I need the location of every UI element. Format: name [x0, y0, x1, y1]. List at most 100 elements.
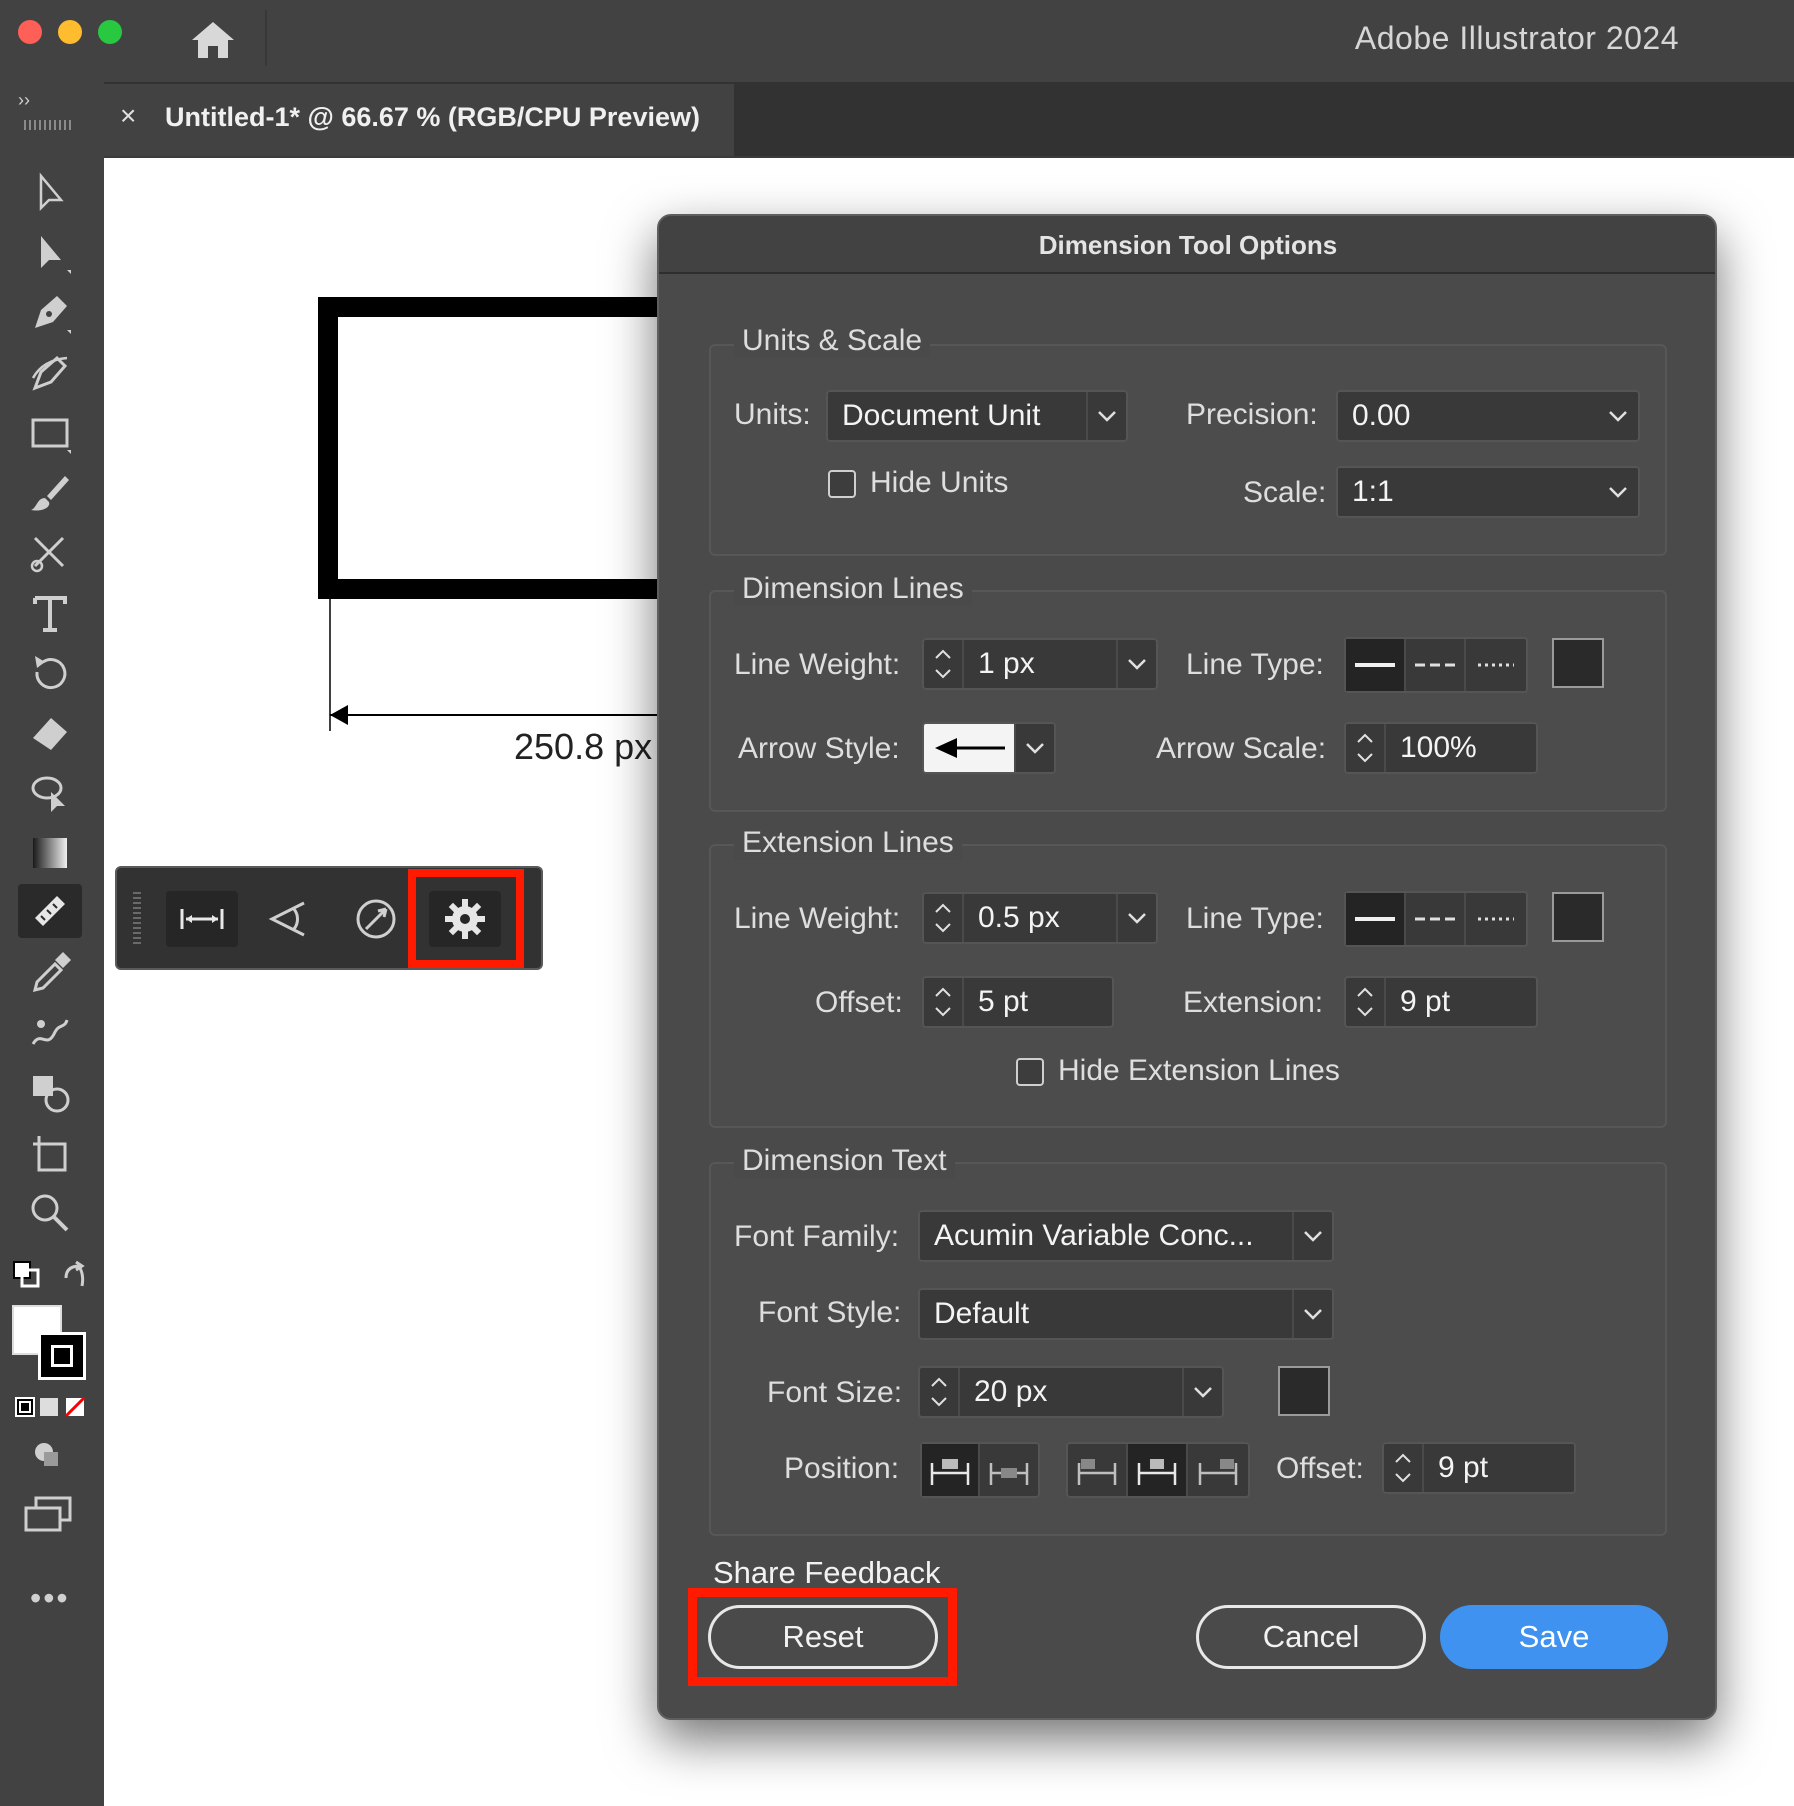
- extension-field[interactable]: 9 pt: [1344, 976, 1538, 1028]
- text-offset-field[interactable]: 9 pt: [1382, 1442, 1576, 1494]
- text-left-icon[interactable]: [1068, 1444, 1128, 1496]
- dotted-line-icon[interactable]: [1466, 893, 1526, 945]
- panel-grip[interactable]: [24, 120, 72, 130]
- solid-line-icon[interactable]: [1346, 893, 1406, 945]
- cancel-button[interactable]: Cancel: [1196, 1605, 1426, 1669]
- arrow-scale-label: Arrow Scale:: [1156, 732, 1327, 765]
- share-feedback-link[interactable]: Share Feedback: [713, 1555, 940, 1591]
- linear-dimension-icon[interactable]: [166, 891, 238, 947]
- text-offset-label: Offset:: [1276, 1452, 1364, 1485]
- precision-dropdown[interactable]: 0.00: [1336, 390, 1640, 442]
- font-family-dropdown[interactable]: Acumin Variable Conc...: [918, 1210, 1334, 1262]
- dim-line-color-swatch[interactable]: [1552, 638, 1604, 688]
- chevron-down-icon[interactable]: [1116, 640, 1156, 688]
- hide-units-label[interactable]: Hide Units: [870, 466, 1008, 500]
- text-color-swatch[interactable]: [1278, 1366, 1330, 1416]
- window-minimize-button[interactable]: [58, 20, 82, 44]
- stepper-icon[interactable]: [1346, 978, 1386, 1026]
- direct-selection-icon[interactable]: [18, 226, 82, 280]
- chevron-down-icon: [1014, 724, 1054, 772]
- shape-builder-icon[interactable]: [18, 1066, 82, 1120]
- titlebar-divider: [265, 10, 267, 66]
- gradient-icon[interactable]: [18, 826, 82, 880]
- ext-line-color-swatch[interactable]: [1552, 892, 1604, 942]
- arrow-style-dropdown[interactable]: [922, 722, 1056, 774]
- font-style-label: Font Style:: [758, 1296, 902, 1329]
- extension-label: Extension:: [1183, 986, 1324, 1019]
- stepper-icon[interactable]: [924, 978, 964, 1026]
- stepper-icon[interactable]: [924, 640, 964, 688]
- font-size-field[interactable]: 20 px: [918, 1366, 1224, 1418]
- chevron-down-icon[interactable]: [1116, 894, 1156, 942]
- dimension-icon[interactable]: [18, 884, 82, 938]
- scissors-icon[interactable]: [18, 526, 82, 580]
- stroke-swatch[interactable]: [38, 1332, 86, 1380]
- stepper-icon[interactable]: [924, 894, 964, 942]
- chevron-down-icon[interactable]: [1182, 1368, 1222, 1416]
- ext-offset-field[interactable]: 5 pt: [922, 976, 1114, 1028]
- hide-units-checkbox[interactable]: [828, 470, 856, 498]
- dim-line-weight-field[interactable]: 1 px: [922, 638, 1158, 690]
- puppet-warp-icon[interactable]: [18, 1006, 82, 1060]
- dimension-line[interactable]: [318, 597, 678, 737]
- font-family-label: Font Family:: [734, 1220, 900, 1253]
- solid-line-icon[interactable]: [1346, 639, 1406, 691]
- eraser-icon[interactable]: [18, 706, 82, 760]
- lasso-icon[interactable]: [18, 766, 82, 820]
- more-tools-icon[interactable]: •••: [30, 1580, 70, 1617]
- eyedropper-icon[interactable]: [18, 946, 82, 1000]
- chevron-down-icon: [1598, 468, 1638, 516]
- text-above-line-icon[interactable]: [922, 1444, 981, 1496]
- paintbrush-icon[interactable]: [18, 466, 82, 520]
- artboard-icon[interactable]: [18, 1126, 82, 1180]
- text-right-icon[interactable]: [1188, 1444, 1248, 1496]
- dimension-text-title: Dimension Text: [734, 1144, 955, 1178]
- color-mode-icons[interactable]: [14, 1396, 86, 1418]
- ext-line-weight-field[interactable]: 0.5 px: [922, 892, 1158, 944]
- arrow-scale-field[interactable]: 100%: [1344, 722, 1538, 774]
- curvature-icon[interactable]: [18, 346, 82, 400]
- chevron-down-icon: [1598, 392, 1638, 440]
- text-middle-icon[interactable]: [1128, 1444, 1188, 1496]
- selection-icon[interactable]: [18, 166, 82, 220]
- tab-close-icon[interactable]: ×: [120, 102, 148, 130]
- zoom-icon[interactable]: [18, 1186, 82, 1240]
- stepper-icon[interactable]: [1384, 1444, 1424, 1492]
- precision-label: Precision:: [1186, 398, 1318, 431]
- dotted-line-icon[interactable]: [1466, 639, 1526, 691]
- type-icon[interactable]: [18, 586, 82, 640]
- screen-mode-icon[interactable]: [24, 1496, 74, 1532]
- angular-dimension-icon[interactable]: [252, 891, 324, 947]
- scale-dropdown[interactable]: 1:1: [1336, 466, 1640, 518]
- dashed-line-icon[interactable]: [1406, 893, 1466, 945]
- default-fill-stroke-icon[interactable]: [12, 1260, 42, 1290]
- home-icon[interactable]: [188, 18, 238, 62]
- context-bar-grip[interactable]: [133, 892, 141, 944]
- chevron-down-icon: [1292, 1212, 1332, 1260]
- document-tab-title[interactable]: Untitled-1* @ 66.67 % (RGB/CPU Preview): [165, 102, 700, 133]
- scale-label: Scale:: [1243, 476, 1327, 509]
- dim-line-type-segmented: [1344, 637, 1528, 693]
- font-style-dropdown[interactable]: Default: [918, 1288, 1334, 1340]
- dimension-label: 250.8 px: [514, 726, 653, 767]
- rectangle-icon[interactable]: [18, 406, 82, 460]
- save-button[interactable]: Save: [1440, 1605, 1668, 1669]
- window-close-button[interactable]: [18, 20, 42, 44]
- stepper-icon[interactable]: [1346, 724, 1386, 772]
- swap-fill-stroke-icon[interactable]: [60, 1260, 90, 1290]
- rotate-icon[interactable]: [18, 646, 82, 700]
- hide-extension-lines-label[interactable]: Hide Extension Lines: [1058, 1054, 1340, 1088]
- font-size-label: Font Size:: [767, 1376, 903, 1409]
- pen-icon[interactable]: [18, 286, 82, 340]
- radial-dimension-icon[interactable]: [340, 891, 412, 947]
- dashed-line-icon[interactable]: [1406, 639, 1466, 691]
- ext-line-type-label: Line Type:: [1186, 902, 1324, 935]
- collapse-panel-icon[interactable]: ››: [18, 90, 30, 111]
- text-center-line-icon[interactable]: [980, 1444, 1038, 1496]
- units-dropdown[interactable]: Document Unit: [826, 390, 1128, 442]
- stepper-icon[interactable]: [920, 1368, 960, 1416]
- window-zoom-button[interactable]: [98, 20, 122, 44]
- drawing-mode-icon[interactable]: [30, 1440, 66, 1470]
- hide-extension-lines-checkbox[interactable]: [1016, 1058, 1044, 1086]
- dim-line-type-label: Line Type:: [1186, 648, 1324, 681]
